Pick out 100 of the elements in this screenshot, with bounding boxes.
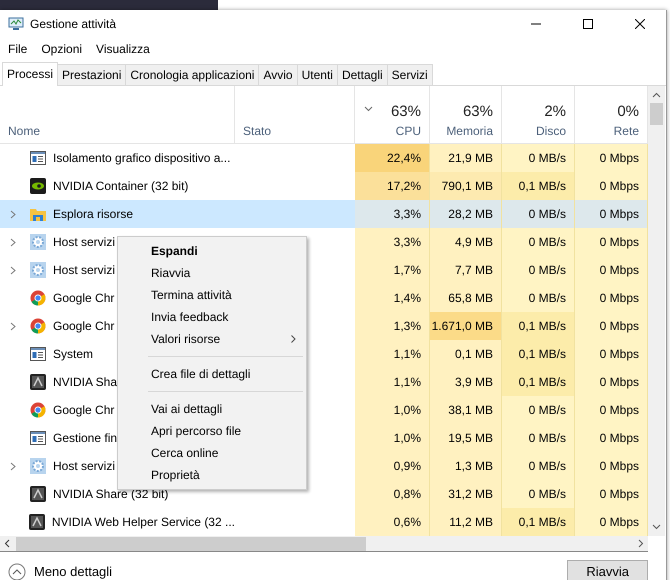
tab[interactable]: Processi	[2, 62, 58, 86]
column-total: 63%	[462, 103, 493, 120]
table-cell: 0 Mbps	[575, 424, 648, 452]
expand-chevron-icon[interactable]	[10, 462, 16, 470]
context-menu-item[interactable]: Vai ai dettagli	[118, 398, 306, 420]
menu-item[interactable]: Opzioni	[41, 42, 82, 56]
context-menu-item[interactable]: Crea file di dettagli	[118, 363, 306, 385]
table-cell: 11,2 MB	[430, 508, 502, 536]
scroll-thumb[interactable]	[650, 103, 663, 125]
table-cell: 790,1 MB	[430, 172, 502, 200]
tab[interactable]: Cronologia applicazioni	[125, 64, 260, 85]
table-cell: 0,1 MB/s	[502, 368, 575, 396]
maximize-icon[interactable]	[583, 19, 593, 29]
table-cell: 0 MB/s	[502, 256, 575, 284]
context-menu-item[interactable]: Termina attività	[118, 284, 306, 306]
context-menu-item[interactable]: Invia feedback	[118, 306, 306, 328]
column-header[interactable]: Rete	[614, 124, 639, 138]
tab[interactable]: Avvio	[258, 64, 298, 85]
scroll-up-icon[interactable]	[652, 92, 661, 98]
expand-chevron-icon[interactable]	[10, 266, 16, 274]
tab[interactable]: Servizi	[386, 64, 433, 85]
process-name[interactable]: Host servizi	[53, 263, 116, 277]
context-menu-item[interactable]: Valori risorse	[118, 328, 306, 350]
table-cell: 19,5 MB	[430, 424, 502, 452]
expand-chevron-icon[interactable]	[10, 322, 16, 330]
eye-logo-icon	[30, 178, 46, 194]
process-name[interactable]: Google Chr	[53, 403, 114, 417]
context-menu-item[interactable]: Cerca online	[118, 442, 306, 464]
table-cell: 1,4%	[355, 284, 430, 312]
app-logo-icon	[30, 486, 46, 502]
column-header[interactable]: Nome	[8, 124, 40, 138]
horizontal-scrollbar[interactable]	[0, 536, 648, 552]
menu-item[interactable]: File	[8, 42, 28, 56]
table-cell: 28,2 MB	[430, 200, 502, 228]
close-icon[interactable]	[635, 19, 645, 29]
table-cell: 4,9 MB	[430, 228, 502, 256]
expand-chevron-icon[interactable]	[10, 210, 16, 218]
gear-icon	[30, 262, 46, 278]
app-logo-icon	[30, 374, 46, 390]
table-cell: 0 Mbps	[575, 256, 648, 284]
window-icon	[30, 431, 46, 445]
process-name[interactable]: Host servizi	[53, 459, 116, 473]
window-title: Gestione attività	[30, 17, 116, 31]
expand-chevron-icon[interactable]	[10, 238, 16, 246]
table-cell: 0 Mbps	[575, 312, 648, 340]
context-menu-item[interactable]: Apri percorso file	[118, 420, 306, 442]
vertical-scrollbar[interactable]	[648, 86, 665, 536]
table-cell: 3,3%	[355, 200, 430, 228]
process-name[interactable]: Host servizi	[53, 235, 116, 249]
process-name[interactable]: Esplora risorse	[53, 207, 134, 221]
column-header[interactable]: Memoria	[446, 124, 493, 138]
column-header[interactable]: Stato	[243, 124, 272, 138]
table-cell: 0 Mbps	[575, 508, 648, 536]
scroll-right-icon[interactable]	[638, 539, 644, 548]
process-name[interactable]: Google Chr	[53, 291, 114, 305]
process-name[interactable]: NVIDIA Sha	[53, 375, 118, 389]
scroll-down-icon[interactable]	[652, 524, 661, 530]
scroll-left-icon[interactable]	[4, 539, 10, 548]
table-cell: 0 MB/s	[502, 424, 575, 452]
table-cell: 65,8 MB	[430, 284, 502, 312]
process-name[interactable]: NVIDIA Container (32 bit)	[53, 179, 188, 193]
tab[interactable]: Prestazioni	[57, 64, 126, 85]
context-menu-item[interactable]: Espandi	[118, 240, 306, 262]
table-cell: 0 MB/s	[502, 396, 575, 424]
table-cell: 0 Mbps	[575, 228, 648, 256]
column-total: 63%	[390, 103, 421, 120]
column-total: 2%	[544, 103, 566, 120]
restart-button[interactable]: Riavvia	[567, 560, 648, 580]
process-name[interactable]: System	[53, 347, 94, 361]
fewer-details-link[interactable]: Meno dettagli	[34, 564, 112, 579]
process-name[interactable]: Google Chr	[53, 319, 114, 333]
tab[interactable]: Utenti	[296, 64, 338, 85]
gear-icon	[30, 234, 46, 250]
collapse-icon[interactable]	[8, 562, 26, 580]
table-cell: 0,1 MB/s	[502, 172, 575, 200]
table-cell: 17,2%	[355, 172, 430, 200]
browser-logo-icon	[30, 318, 46, 334]
folder-icon	[30, 207, 46, 221]
table-cell: 1,3%	[355, 312, 430, 340]
table-cell: 3,9 MB	[430, 368, 502, 396]
table-cell: 0 Mbps	[575, 340, 648, 368]
table-cell: 0 Mbps	[575, 172, 648, 200]
scroll-thumb[interactable]	[16, 536, 366, 550]
menu-item[interactable]: Visualizza	[96, 42, 150, 56]
context-menu-item[interactable]: Riavvia	[118, 262, 306, 284]
tab[interactable]: Dettagli	[336, 64, 388, 85]
column-header[interactable]: CPU	[396, 124, 421, 138]
column-total: 0%	[617, 103, 639, 120]
context-menu-item[interactable]: Proprietà	[118, 464, 306, 486]
process-name[interactable]: Isolamento grafico dispositivo a...	[53, 151, 230, 165]
table-cell: 3,3%	[355, 228, 430, 256]
table-cell: 0 Mbps	[575, 144, 648, 172]
table-cell: 0 MB/s	[502, 452, 575, 480]
table-cell: 1,1%	[355, 368, 430, 396]
column-header[interactable]: Disco	[536, 124, 566, 138]
process-name[interactable]: Gestione fin	[53, 431, 118, 445]
process-name[interactable]: NVIDIA Web Helper Service (32 ...	[52, 515, 235, 529]
table-cell: 1.671,0 MB	[430, 312, 502, 340]
table-cell: 0 Mbps	[575, 368, 648, 396]
table-cell: 0 MB/s	[502, 144, 575, 172]
